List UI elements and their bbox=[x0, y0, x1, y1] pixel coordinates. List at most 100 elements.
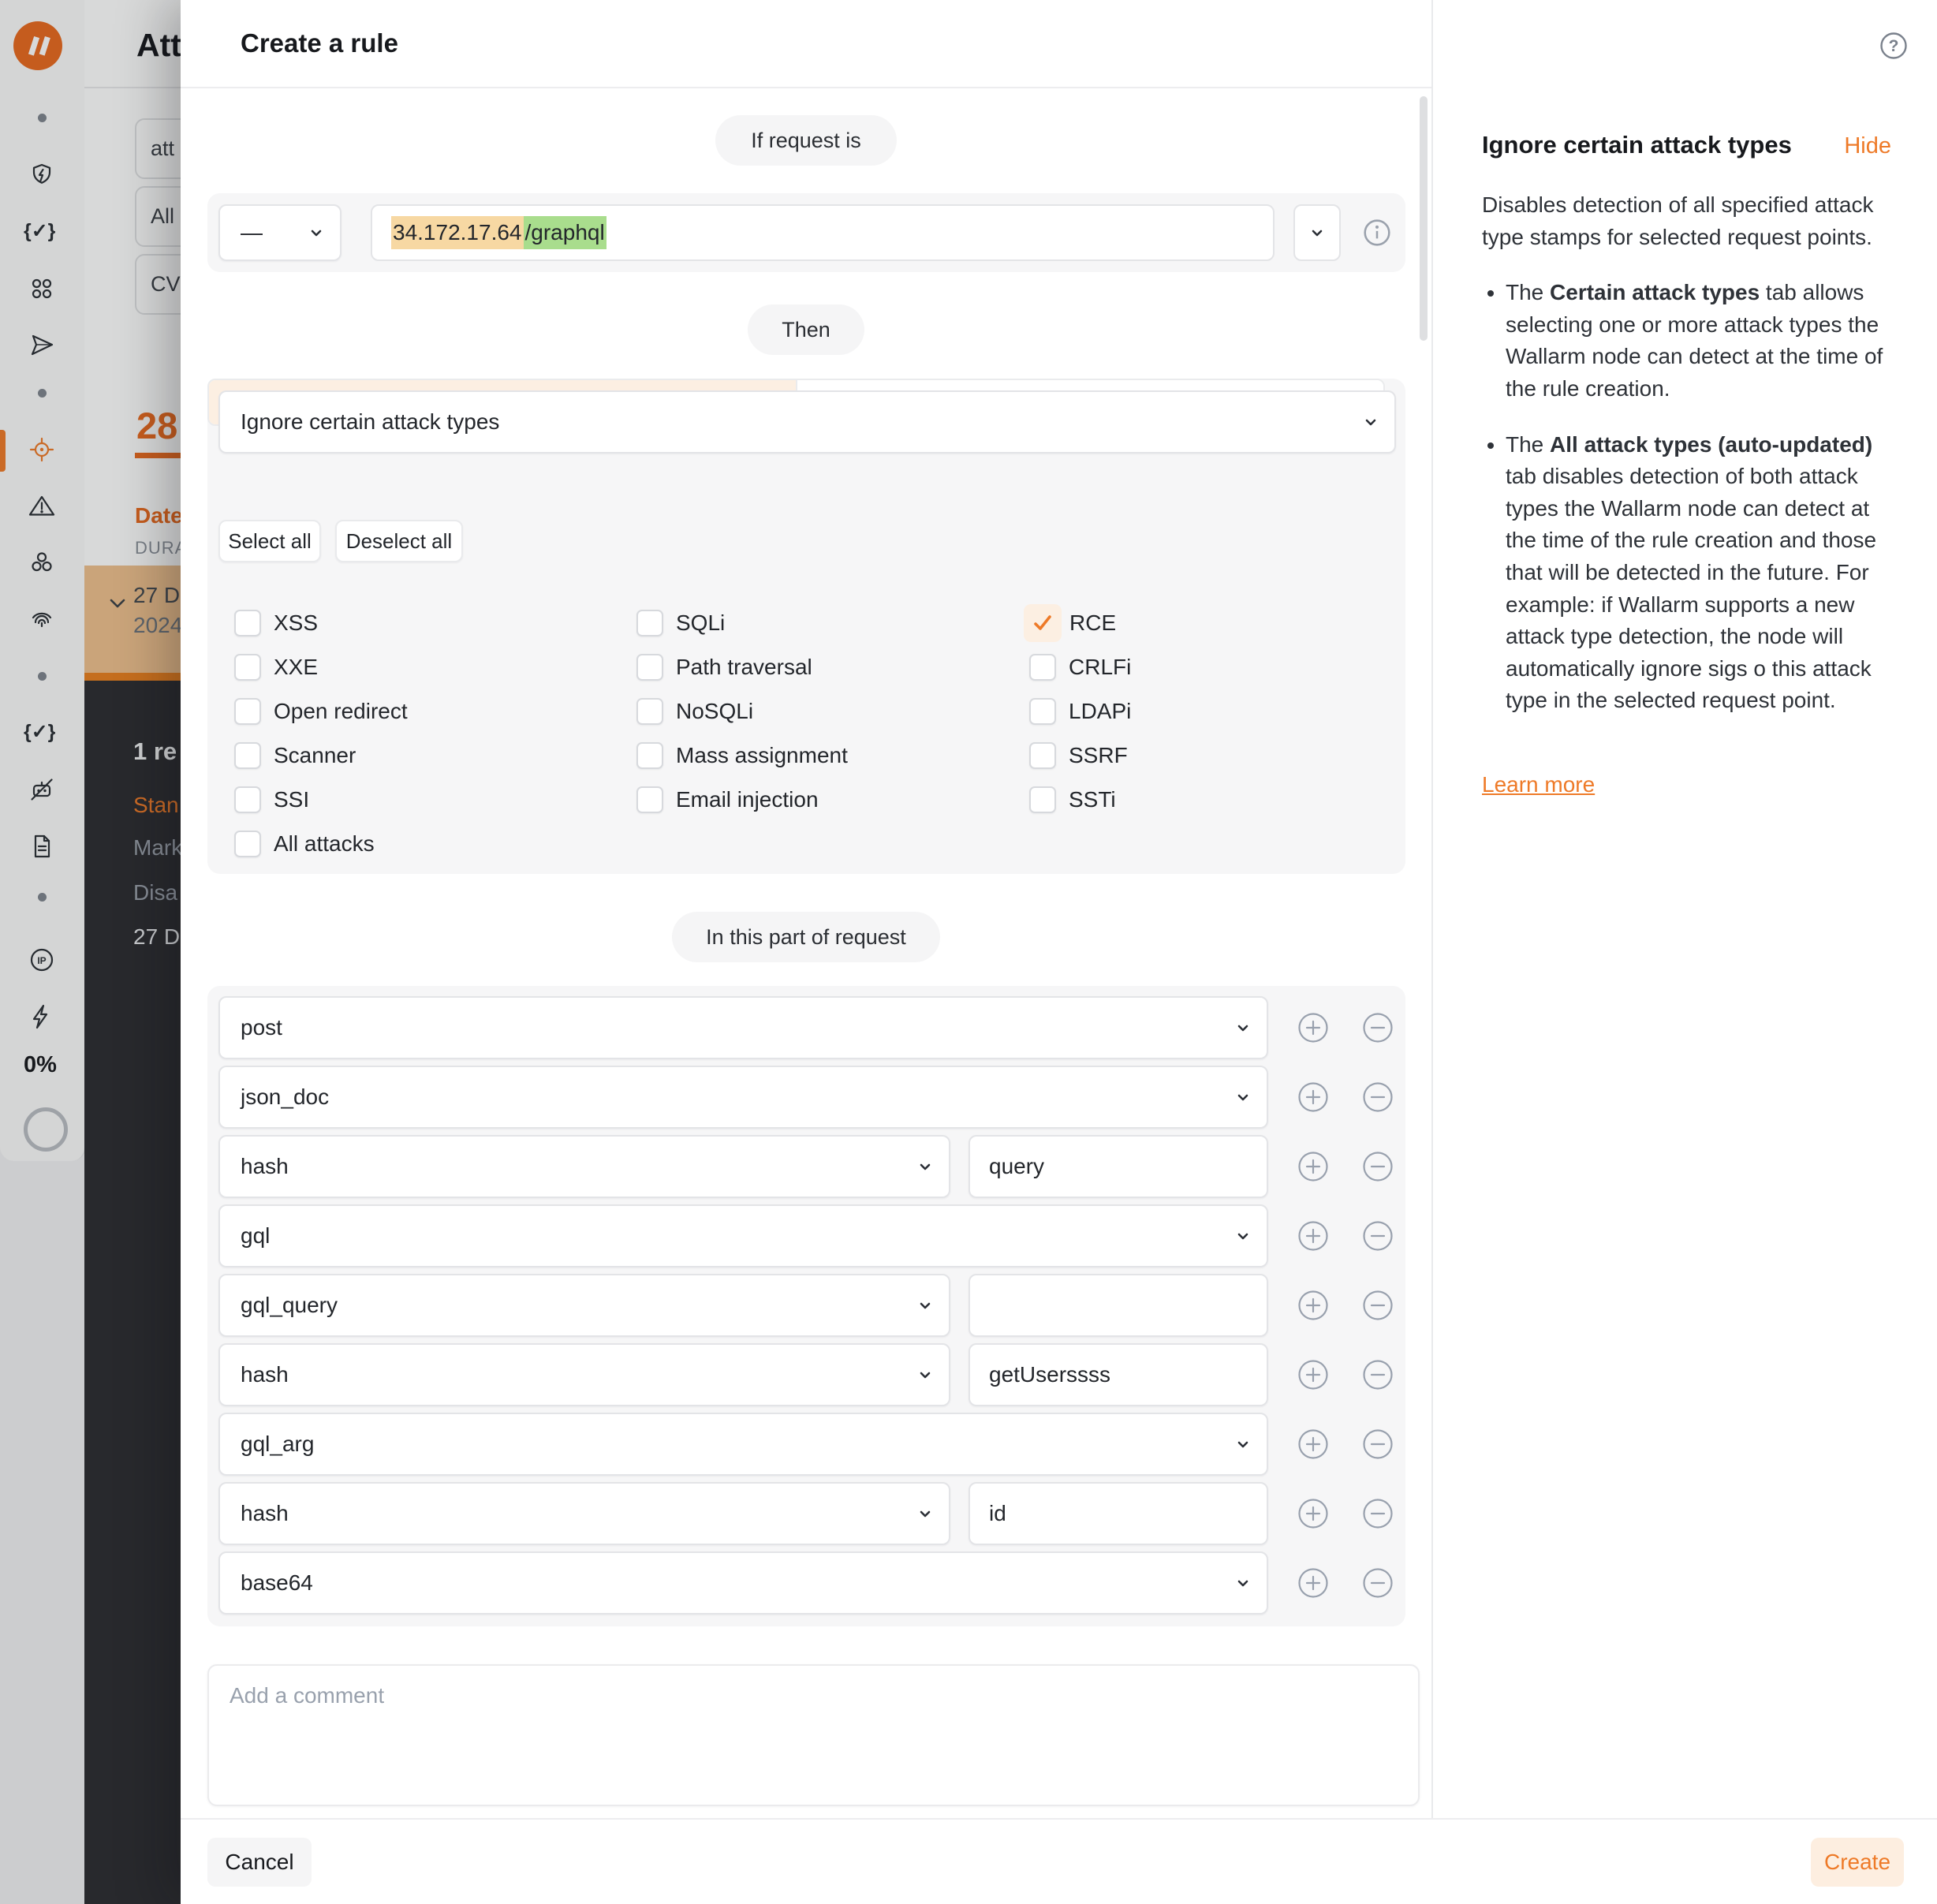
checkbox-nosqli[interactable] bbox=[636, 698, 663, 725]
ip-circle-icon[interactable]: IP bbox=[28, 946, 56, 974]
filter-chip-attacks[interactable]: att bbox=[135, 118, 181, 179]
attacks-target-icon[interactable] bbox=[28, 435, 56, 464]
date-column-label[interactable]: Date bbox=[135, 503, 181, 528]
remove-row-icon[interactable] bbox=[1362, 1081, 1394, 1113]
remove-row-icon[interactable] bbox=[1362, 1428, 1394, 1460]
info-icon[interactable] bbox=[1362, 218, 1392, 248]
part-select[interactable]: json_doc bbox=[218, 1066, 1268, 1129]
shield-bolt-icon[interactable] bbox=[28, 161, 56, 189]
remove-row-icon[interactable] bbox=[1362, 1012, 1394, 1043]
remove-row-icon[interactable] bbox=[1362, 1151, 1394, 1182]
remove-row-icon[interactable] bbox=[1362, 1567, 1394, 1599]
biohazard-icon[interactable] bbox=[28, 548, 56, 577]
selected-row-accent-bar bbox=[84, 673, 181, 681]
wallarm-logo[interactable] bbox=[13, 21, 62, 70]
add-row-icon[interactable] bbox=[1297, 1220, 1329, 1252]
part-select[interactable]: gql bbox=[218, 1204, 1268, 1267]
part-value-input[interactable] bbox=[968, 1135, 1268, 1198]
checkbox-ssrf[interactable] bbox=[1029, 742, 1056, 769]
rules-braces-icon[interactable]: {✓} bbox=[24, 219, 55, 243]
checkbox-xxe[interactable] bbox=[234, 654, 261, 681]
chevron-down-icon[interactable] bbox=[106, 592, 129, 614]
add-row-icon[interactable] bbox=[1297, 1498, 1329, 1529]
part-select[interactable]: base64 bbox=[218, 1551, 1268, 1615]
filter-chip-cve[interactable]: CV bbox=[135, 254, 181, 315]
in-this-part-pill: In this part of request bbox=[672, 912, 940, 962]
part-select[interactable]: gql_query bbox=[218, 1274, 950, 1337]
checkbox-all-attacks[interactable] bbox=[234, 831, 261, 857]
checkbox-sqli[interactable] bbox=[636, 610, 663, 637]
add-row-icon[interactable] bbox=[1297, 1428, 1329, 1460]
hide-link[interactable]: Hide bbox=[1844, 133, 1891, 159]
uri-expand-button[interactable] bbox=[1293, 204, 1341, 261]
filter-chip-all[interactable]: All bbox=[135, 186, 181, 247]
add-row-icon[interactable] bbox=[1297, 1567, 1329, 1599]
rule-action-select[interactable]: Ignore certain attack types bbox=[218, 390, 1396, 454]
uri-input[interactable]: 34.172.17.64/graphql bbox=[371, 204, 1275, 261]
add-row-icon[interactable] bbox=[1297, 1151, 1329, 1182]
checkbox-xss[interactable] bbox=[234, 610, 261, 637]
selected-attack-row[interactable]: 27 D 2024 bbox=[84, 566, 181, 673]
fingerprint-icon[interactable] bbox=[28, 605, 56, 633]
condition-operator-select[interactable]: — bbox=[218, 204, 341, 261]
checkbox-ldapi[interactable] bbox=[1029, 698, 1056, 725]
create-button[interactable]: Create bbox=[1811, 1838, 1904, 1887]
attack-option: LDAPi bbox=[1024, 689, 1131, 734]
learn-more-link[interactable]: Learn more bbox=[1482, 772, 1595, 797]
attack-option: Path traversal bbox=[631, 645, 848, 689]
lightning-bolt-icon[interactable] bbox=[28, 1002, 56, 1031]
part-select[interactable]: hash bbox=[218, 1343, 950, 1406]
checkbox-scanner[interactable] bbox=[234, 742, 261, 769]
part-select[interactable]: hash bbox=[218, 1135, 950, 1198]
remove-row-icon[interactable] bbox=[1362, 1498, 1394, 1529]
part-value-input[interactable] bbox=[968, 1482, 1268, 1545]
add-row-icon[interactable] bbox=[1297, 1081, 1329, 1113]
help-intro: Disables detection of all specified atta… bbox=[1482, 189, 1891, 253]
checkbox-open-redirect[interactable] bbox=[234, 698, 261, 725]
remove-row-icon[interactable] bbox=[1362, 1290, 1394, 1321]
document-icon[interactable] bbox=[28, 832, 56, 861]
part-value-input[interactable] bbox=[968, 1343, 1268, 1406]
attack-option: Scanner bbox=[229, 734, 408, 778]
select-all-button[interactable]: Select all bbox=[218, 520, 321, 562]
checkbox-email-injection[interactable] bbox=[636, 786, 663, 813]
attack-option: Email injection bbox=[631, 778, 848, 822]
divider bbox=[181, 87, 1431, 88]
paper-plane-icon[interactable] bbox=[28, 331, 56, 360]
warning-triangle-icon[interactable] bbox=[28, 491, 56, 520]
rules-braces-icon[interactable]: {✓} bbox=[24, 720, 55, 744]
checkbox-path-traversal[interactable] bbox=[636, 654, 663, 681]
add-row-icon[interactable] bbox=[1297, 1012, 1329, 1043]
checkbox-crlfi[interactable] bbox=[1029, 654, 1056, 681]
deselect-all-button[interactable]: Deselect all bbox=[335, 520, 463, 562]
scrollbar-thumb[interactable] bbox=[1420, 96, 1428, 341]
help-title: Ignore certain attack types bbox=[1482, 131, 1792, 159]
part-row-hash-id: hash bbox=[207, 1482, 1405, 1545]
comment-textarea[interactable] bbox=[207, 1664, 1420, 1806]
part-select[interactable]: hash bbox=[218, 1482, 950, 1545]
condition-operator-value: — bbox=[241, 220, 263, 245]
part-select[interactable]: post bbox=[218, 996, 1268, 1059]
then-card: Ignore certain attack types Certain atta… bbox=[207, 379, 1405, 874]
checkbox-ssti[interactable] bbox=[1029, 786, 1056, 813]
part-select[interactable]: gql_arg bbox=[218, 1413, 1268, 1476]
rail-dot-icon bbox=[38, 893, 47, 902]
attacks-count: 28 bbox=[136, 404, 177, 447]
clover-icon[interactable] bbox=[28, 274, 56, 303]
add-row-icon[interactable] bbox=[1297, 1290, 1329, 1321]
divider bbox=[84, 87, 181, 88]
checkbox-mass-assignment[interactable] bbox=[636, 742, 663, 769]
checkbox-rce-checked[interactable] bbox=[1024, 604, 1062, 642]
remove-row-icon[interactable] bbox=[1362, 1220, 1394, 1252]
remove-row-icon[interactable] bbox=[1362, 1359, 1394, 1391]
add-row-icon[interactable] bbox=[1297, 1359, 1329, 1391]
progress-percent-label: 0% bbox=[24, 1052, 57, 1078]
checkbox-ssi[interactable] bbox=[234, 786, 261, 813]
robot-off-icon[interactable] bbox=[28, 775, 56, 804]
part-value-input[interactable] bbox=[968, 1274, 1268, 1337]
request-part-card: post json_doc hash gql gql_ bbox=[207, 986, 1405, 1626]
part-row-json-doc: json_doc bbox=[207, 1066, 1405, 1129]
avatar[interactable] bbox=[24, 1107, 68, 1152]
rail-dot-icon bbox=[38, 389, 47, 398]
cancel-button[interactable]: Cancel bbox=[207, 1838, 312, 1887]
